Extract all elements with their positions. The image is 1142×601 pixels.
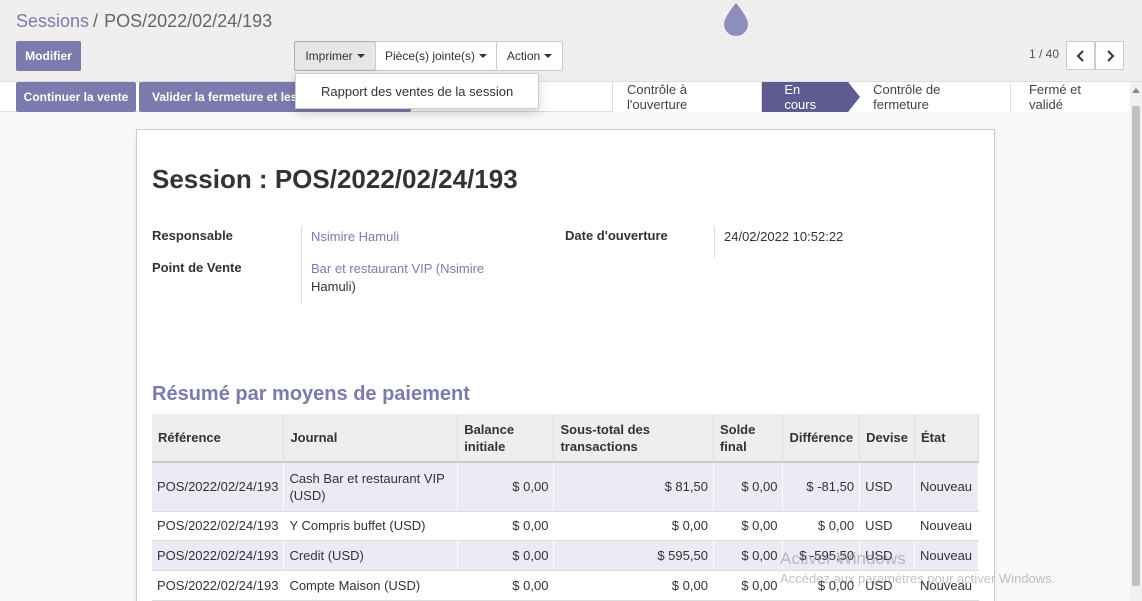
date-ouverture-label: Date d'ouverture: [565, 228, 668, 243]
field-divider: [301, 226, 302, 304]
watermark-subtitle: Accédez aux paramètres pour activer Wind…: [780, 571, 1056, 586]
table-row[interactable]: POS/2022/02/24/193 Cash Bar et restauran…: [152, 462, 980, 512]
imprimer-label: Imprimer: [305, 49, 353, 63]
cell-solde-final: $ 0,00: [713, 570, 784, 601]
form-sheet: Session : POS/2022/02/24/193 Responsable…: [136, 129, 995, 601]
statusbar: Continuer la vente Valider la fermeture …: [0, 82, 1130, 112]
column-header-solde-final[interactable]: Solde final: [713, 414, 784, 463]
cell-difference: $ 0,00: [782, 511, 861, 541]
pager-previous-button[interactable]: [1066, 41, 1095, 70]
point-de-vente-value-line2[interactable]: Hamuli): [311, 278, 356, 296]
field-divider: [714, 226, 715, 258]
responsable-value[interactable]: Nsimire Hamuli: [311, 228, 399, 246]
cell-devise: USD: [859, 511, 915, 541]
breadcrumb-separator: /: [93, 11, 99, 31]
cell-devise: USD: [859, 462, 915, 512]
stage-pipeline: Contrôle à l'ouverture En cours Contrôle…: [612, 82, 1130, 112]
cell-journal: Compte Maison (USD): [283, 570, 459, 601]
column-header-journal[interactable]: Journal: [283, 414, 459, 463]
droplet-logo-icon: [724, 3, 748, 36]
scroll-up-arrow-icon[interactable]: [1132, 88, 1140, 93]
column-header-balance-initiale[interactable]: Balance initiale: [457, 414, 555, 463]
column-header-sous-total[interactable]: Sous-total des transactions: [553, 414, 714, 463]
cell-solde-final: $ 0,00: [713, 462, 784, 512]
table-row[interactable]: POS/2022/02/24/193 Y Compris buffet (USD…: [152, 511, 980, 541]
chevron-left-icon: [1076, 49, 1084, 62]
caret-down-icon: [544, 54, 553, 58]
caret-down-icon: [479, 54, 488, 58]
cell-journal: Cash Bar et restaurant VIP (USD): [283, 462, 459, 512]
cell-reference: POS/2022/02/24/193: [152, 570, 285, 601]
cell-balance-initiale: $ 0,00: [457, 462, 555, 512]
action-dropdown-button[interactable]: Action: [496, 41, 563, 71]
scrollbar-thumb[interactable]: [1132, 106, 1140, 586]
session-title: Session : POS/2022/02/24/193: [152, 164, 518, 194]
table-header-row: Référence Journal Balance initiale Sous-…: [152, 414, 980, 463]
print-dropdown-menu: Rapport des ventes de la session: [295, 73, 539, 109]
menu-item-rapport-ventes[interactable]: Rapport des ventes de la session: [321, 84, 513, 99]
pager-value[interactable]: 1 / 40: [1029, 47, 1059, 61]
stage-ferme-valide[interactable]: Fermé et validé: [1009, 82, 1130, 112]
breadcrumb: Sessions / POS/2022/02/24/193: [16, 11, 272, 32]
cell-journal: Y Compris buffet (USD): [283, 511, 459, 541]
cell-solde-final: $ 0,00: [713, 540, 784, 571]
control-panel: Sessions / POS/2022/02/24/193 Modifier Imp…: [0, 0, 1142, 82]
cell-reference: POS/2022/02/24/193: [152, 462, 285, 512]
chevron-right-icon: [1106, 49, 1114, 62]
stage-controle-ouverture[interactable]: Contrôle à l'ouverture: [612, 82, 762, 112]
cell-sous-total: $ 595,50: [553, 540, 714, 571]
pieces-jointes-dropdown-button[interactable]: Pièce(s) jointe(s): [375, 41, 497, 71]
cell-solde-final: $ 0,00: [713, 511, 784, 541]
point-de-vente-label: Point de Vente: [152, 260, 242, 275]
column-header-devise[interactable]: Devise: [859, 414, 915, 463]
watermark-title: Activer Windows: [780, 549, 906, 568]
breadcrumb-sessions-link[interactable]: Sessions: [16, 11, 89, 31]
responsable-label: Responsable: [152, 228, 233, 243]
breadcrumb-current: POS/2022/02/24/193: [104, 11, 273, 31]
cell-etat: Nouveau: [914, 462, 980, 512]
modifier-button[interactable]: Modifier: [16, 41, 81, 71]
cell-sous-total: $ 0,00: [553, 570, 714, 601]
column-header-reference[interactable]: Référence: [152, 414, 285, 463]
stage-en-cours[interactable]: En cours: [761, 82, 860, 112]
pieces-jointes-label: Pièce(s) jointe(s): [384, 49, 476, 63]
cell-balance-initiale: $ 0,00: [457, 570, 555, 601]
caret-down-icon: [356, 54, 365, 58]
cell-balance-initiale: $ 0,00: [457, 540, 555, 571]
cell-sous-total: $ 81,50: [553, 462, 714, 512]
point-de-vente-value-line1[interactable]: Bar et restaurant VIP (Nsimire: [311, 260, 484, 278]
stage-controle-fermeture[interactable]: Contrôle de fermeture: [848, 82, 1010, 112]
date-ouverture-value: 24/02/2022 10:52:22: [724, 229, 844, 244]
windows-activation-watermark: Activer Windows Accédez aux paramètres p…: [780, 549, 1055, 586]
section-title-payments: Résumé par moyens de paiement: [152, 383, 470, 405]
cell-balance-initiale: $ 0,00: [457, 511, 555, 541]
cell-sous-total: $ 0,00: [553, 511, 714, 541]
action-label: Action: [506, 49, 541, 63]
imprimer-dropdown-button[interactable]: Imprimer: [294, 41, 376, 71]
column-header-difference[interactable]: Différence: [782, 414, 861, 463]
cell-reference: POS/2022/02/24/193: [152, 540, 285, 571]
pager-next-button[interactable]: [1095, 41, 1124, 70]
vertical-scrollbar[interactable]: [1130, 82, 1142, 601]
cell-reference: POS/2022/02/24/193: [152, 511, 285, 541]
cell-difference: $ -81,50: [782, 462, 861, 512]
continuer-vente-button[interactable]: Continuer la vente: [16, 82, 136, 112]
cell-etat: Nouveau: [914, 511, 980, 541]
column-header-etat[interactable]: État: [914, 414, 980, 463]
cell-journal: Credit (USD): [283, 540, 459, 571]
